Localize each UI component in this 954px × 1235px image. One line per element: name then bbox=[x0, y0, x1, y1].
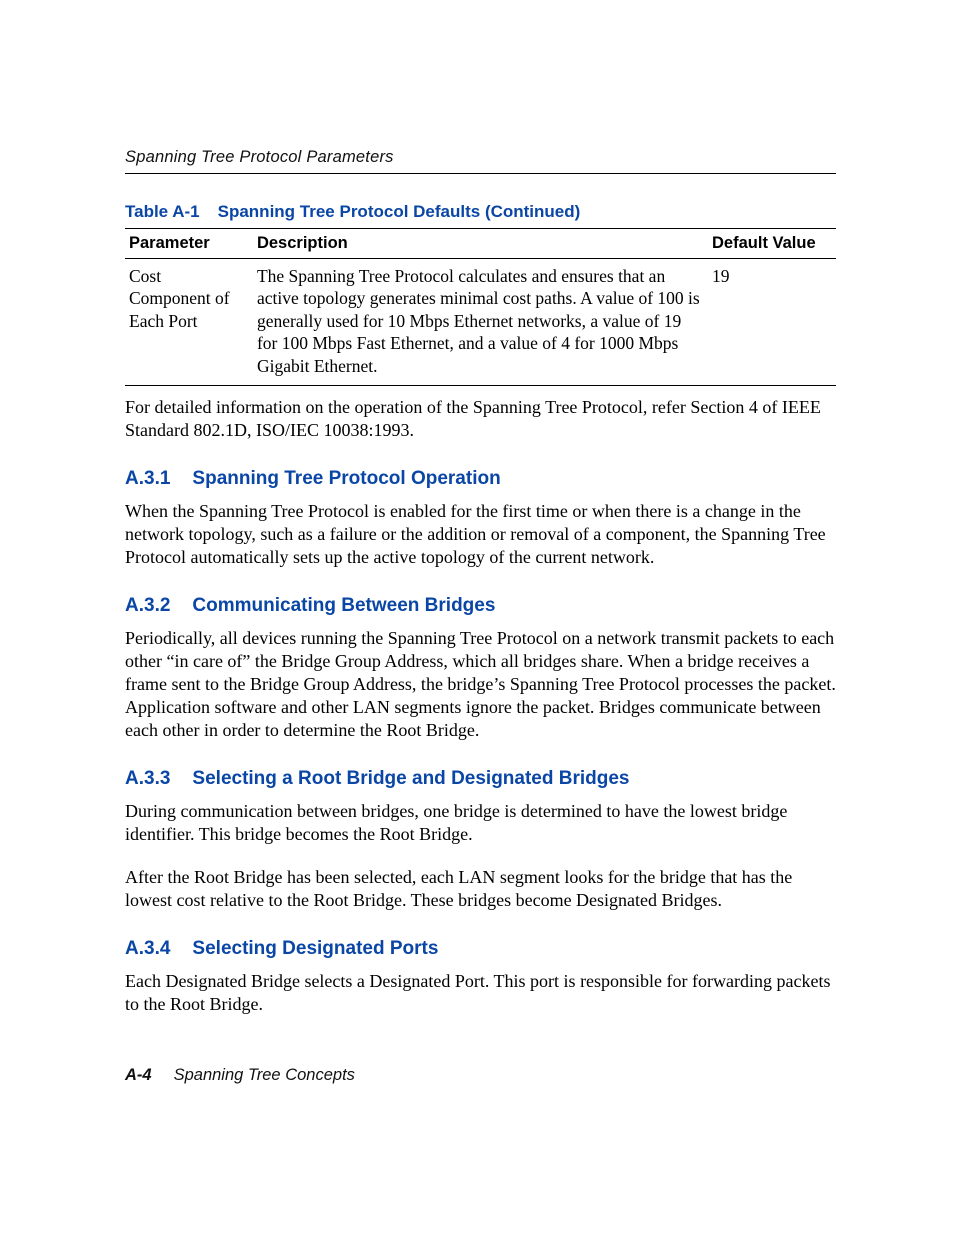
section-title: Communicating Between Bridges bbox=[192, 595, 495, 616]
running-header: Spanning Tree Protocol Parameters bbox=[125, 148, 836, 171]
chapter-title: Spanning Tree Concepts bbox=[174, 1066, 355, 1084]
section-paragraph: After the Root Bridge has been selected,… bbox=[125, 866, 836, 912]
section-heading: A.3.3 Selecting a Root Bridge and Designa… bbox=[125, 768, 836, 790]
table-caption: Table A-1 Spanning Tree Protocol Defaults… bbox=[125, 202, 836, 222]
parameters-table: Parameter Description Default Value Cost… bbox=[125, 228, 836, 386]
post-table-paragraph: For detailed information on the operatio… bbox=[125, 396, 836, 442]
section-number: A.3.4 bbox=[125, 938, 170, 959]
cell-default-value: 19 bbox=[708, 259, 836, 386]
header-rule bbox=[125, 173, 836, 174]
section-number: A.3.3 bbox=[125, 768, 170, 789]
section-paragraph: Periodically, all devices running the Sp… bbox=[125, 627, 836, 742]
section-title: Selecting Designated Ports bbox=[192, 938, 438, 959]
col-header-description: Description bbox=[253, 229, 708, 259]
section-paragraph: When the Spanning Tree Protocol is enabl… bbox=[125, 500, 836, 569]
footer: A-4 Spanning Tree Concepts bbox=[125, 1066, 355, 1085]
table-row: Cost Component of Each Port The Spanning… bbox=[125, 259, 836, 386]
section-number: A.3.1 bbox=[125, 468, 170, 489]
table-number: Table A-1 bbox=[125, 202, 200, 221]
cell-description: The Spanning Tree Protocol calculates an… bbox=[253, 259, 708, 386]
section-heading: A.3.2 Communicating Between Bridges bbox=[125, 595, 836, 617]
table-title: Spanning Tree Protocol Defaults (Continu… bbox=[218, 202, 581, 221]
section-heading: A.3.4 Selecting Designated Ports bbox=[125, 938, 836, 960]
section-number: A.3.2 bbox=[125, 595, 170, 616]
page: Spanning Tree Protocol Parameters Table … bbox=[0, 0, 954, 1235]
page-number: A-4 bbox=[125, 1066, 152, 1084]
table-header-row: Parameter Description Default Value bbox=[125, 229, 836, 259]
col-header-default-value: Default Value bbox=[708, 229, 836, 259]
section-paragraph: During communication between bridges, on… bbox=[125, 800, 836, 846]
section-title: Selecting a Root Bridge and Designated B… bbox=[192, 768, 629, 789]
section-title: Spanning Tree Protocol Operation bbox=[192, 468, 500, 489]
section-heading: A.3.1 Spanning Tree Protocol Operation bbox=[125, 468, 836, 490]
col-header-parameter: Parameter bbox=[125, 229, 253, 259]
section-paragraph: Each Designated Bridge selects a Designa… bbox=[125, 970, 836, 1016]
cell-parameter: Cost Component of Each Port bbox=[125, 259, 253, 386]
